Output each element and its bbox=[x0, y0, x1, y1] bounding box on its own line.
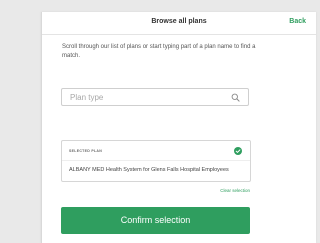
page: Browse all plans Back Scroll through our… bbox=[0, 0, 316, 243]
confirm-selection-button[interactable]: Confirm selection bbox=[61, 207, 250, 234]
back-button[interactable]: Back bbox=[289, 18, 306, 25]
plan-search-input[interactable] bbox=[70, 91, 220, 103]
search-icon[interactable] bbox=[231, 93, 240, 102]
selected-plan-card: SELECTED PLAN ALBANY MED Health System f… bbox=[61, 140, 251, 182]
browse-plans-panel: Browse all plans Back Scroll through our… bbox=[41, 12, 316, 243]
check-circle-icon bbox=[234, 147, 242, 155]
page-title: Browse all plans bbox=[151, 18, 207, 25]
clear-selection-link[interactable]: Clear selection bbox=[220, 188, 250, 193]
divider bbox=[62, 160, 250, 161]
panel-header: Browse all plans Back bbox=[42, 12, 316, 35]
instructions-text: Scroll through our list of plans or star… bbox=[62, 44, 256, 59]
selected-plan-name: ALBANY MED Health System for Glens Falls… bbox=[69, 167, 229, 173]
plan-search-field[interactable] bbox=[61, 88, 249, 106]
selected-plan-label: SELECTED PLAN bbox=[69, 149, 103, 153]
